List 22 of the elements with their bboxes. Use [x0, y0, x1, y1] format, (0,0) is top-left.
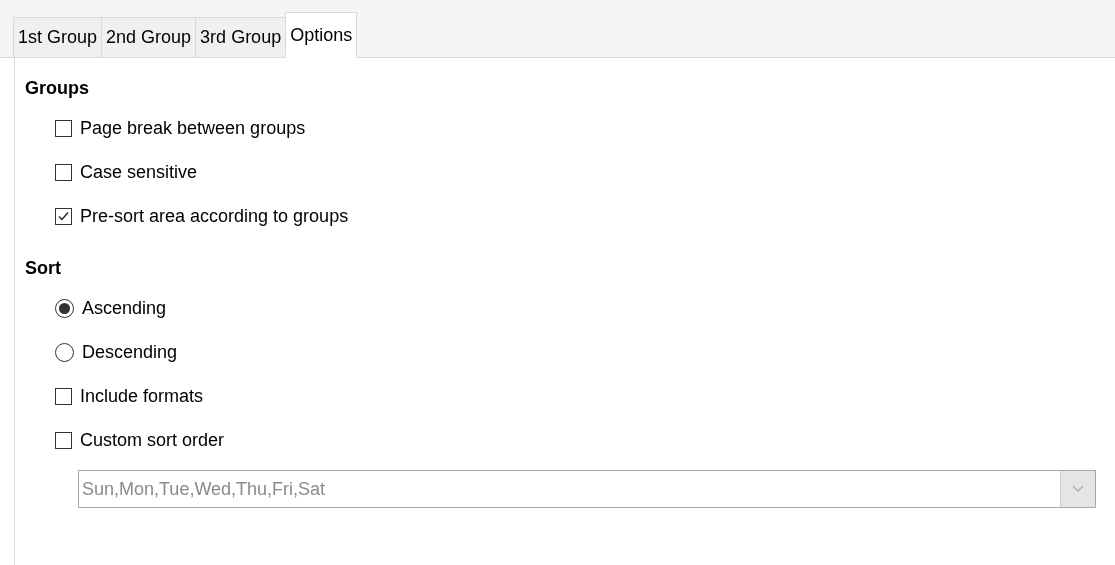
section-heading: Groups	[25, 76, 89, 100]
chevron-down-icon	[1072, 485, 1084, 493]
radio-button[interactable]	[55, 342, 74, 362]
checkbox[interactable]	[55, 387, 72, 405]
tab[interactable]: 1st Group	[13, 17, 103, 57]
tab[interactable]: Options	[285, 12, 358, 58]
option-label: Pre-sort area according to groups	[80, 205, 349, 227]
radio-button[interactable]	[55, 298, 74, 318]
checkbox[interactable]	[55, 207, 72, 225]
option-label: Case sensitive	[80, 161, 198, 183]
section-heading: Sort	[25, 256, 61, 280]
tab[interactable]: 3rd Group	[195, 17, 287, 57]
checkbox[interactable]	[55, 163, 72, 181]
option-label: Custom sort order	[80, 429, 225, 451]
tab[interactable]: 2nd Group	[101, 17, 197, 57]
checkmark-icon	[57, 209, 70, 223]
checkbox[interactable]	[55, 431, 72, 449]
option-label: Page break between groups	[80, 117, 306, 139]
option-label: Descending	[82, 341, 178, 363]
option-label: Ascending	[82, 297, 167, 319]
checkbox[interactable]	[55, 119, 72, 137]
option-label: Include formats	[80, 385, 204, 407]
